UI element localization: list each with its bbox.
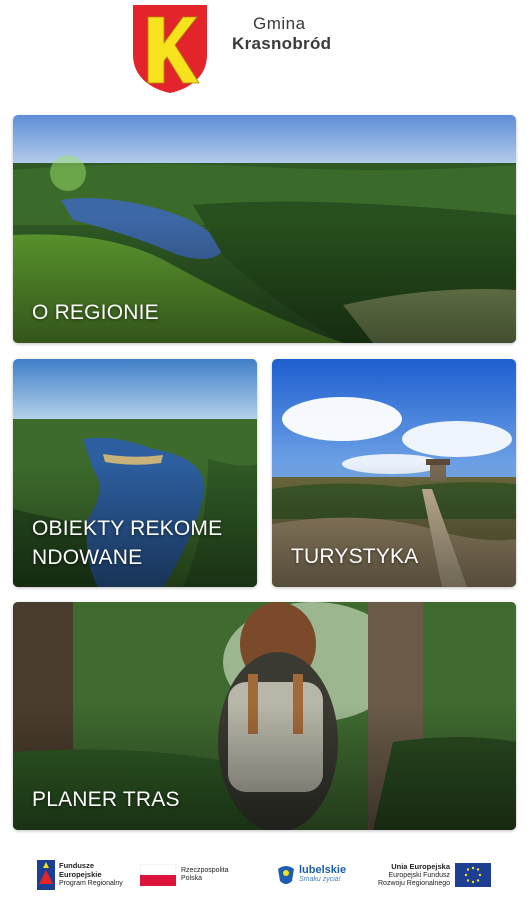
fundusze-europejskie-logo: Fundusze Europejskie Program Regionalny (37, 858, 123, 892)
rp-line-1: Rzeczpospolita (181, 867, 229, 874)
ue-line-2: Europejski Fundusz (388, 871, 450, 879)
funding-logos-footer: Fundusze Europejskie Program Regionalny … (0, 848, 531, 900)
fe-star-icon (37, 860, 55, 890)
tile-label-region: O REGIONIE (32, 301, 159, 324)
fe-line-3: Program Regionalny (59, 880, 123, 887)
fe-line-2: Europejskie (59, 870, 102, 879)
coat-of-arms-icon (133, 5, 207, 93)
brand-line-1: Gmina (253, 14, 306, 33)
unia-europejska-logo: Unia Europejska Europejski Fundusz Rozwo… (378, 858, 491, 892)
rp-line-2: Polska (181, 875, 203, 882)
tile-label-objects: OBIEKTY REKOME NDOWANE (32, 517, 223, 569)
tile-turystyka[interactable]: TURYSTYKA (272, 359, 516, 587)
eu-flag-icon (455, 863, 491, 887)
tile-planer-tras[interactable]: PLANER TRAS (13, 602, 516, 830)
ue-line-3: Rozwoju Regionalnego (378, 879, 450, 887)
lubelskie-line-1: lubelskie (299, 864, 347, 876)
ue-line-1: Unia Europejska (391, 861, 450, 871)
brand-line-2: Krasnobród (232, 34, 332, 53)
lubelskie-logo: lubelskie Smaku życia! (276, 858, 346, 892)
tile-o-regionie[interactable]: O REGIONIE (13, 115, 516, 343)
brand-name: Gmina Krasnobród (232, 14, 331, 54)
tile-label-tourism: TURYSTYKA (291, 545, 419, 568)
tile-obiekty-rekomendowane[interactable]: OBIEKTY REKOME NDOWANE (13, 359, 257, 587)
fe-line-1: Fundusze (59, 861, 94, 870)
tile-label-planner: PLANER TRAS (32, 788, 180, 811)
polish-flag-icon (140, 864, 176, 886)
lubelskie-line-2: Smaku życia! (299, 876, 341, 883)
lubelskie-emblem-icon (278, 866, 294, 884)
app-header: Gmina Krasnobród (0, 0, 531, 100)
rzeczpospolita-polska-logo: Rzeczpospolita Polska (140, 858, 228, 892)
